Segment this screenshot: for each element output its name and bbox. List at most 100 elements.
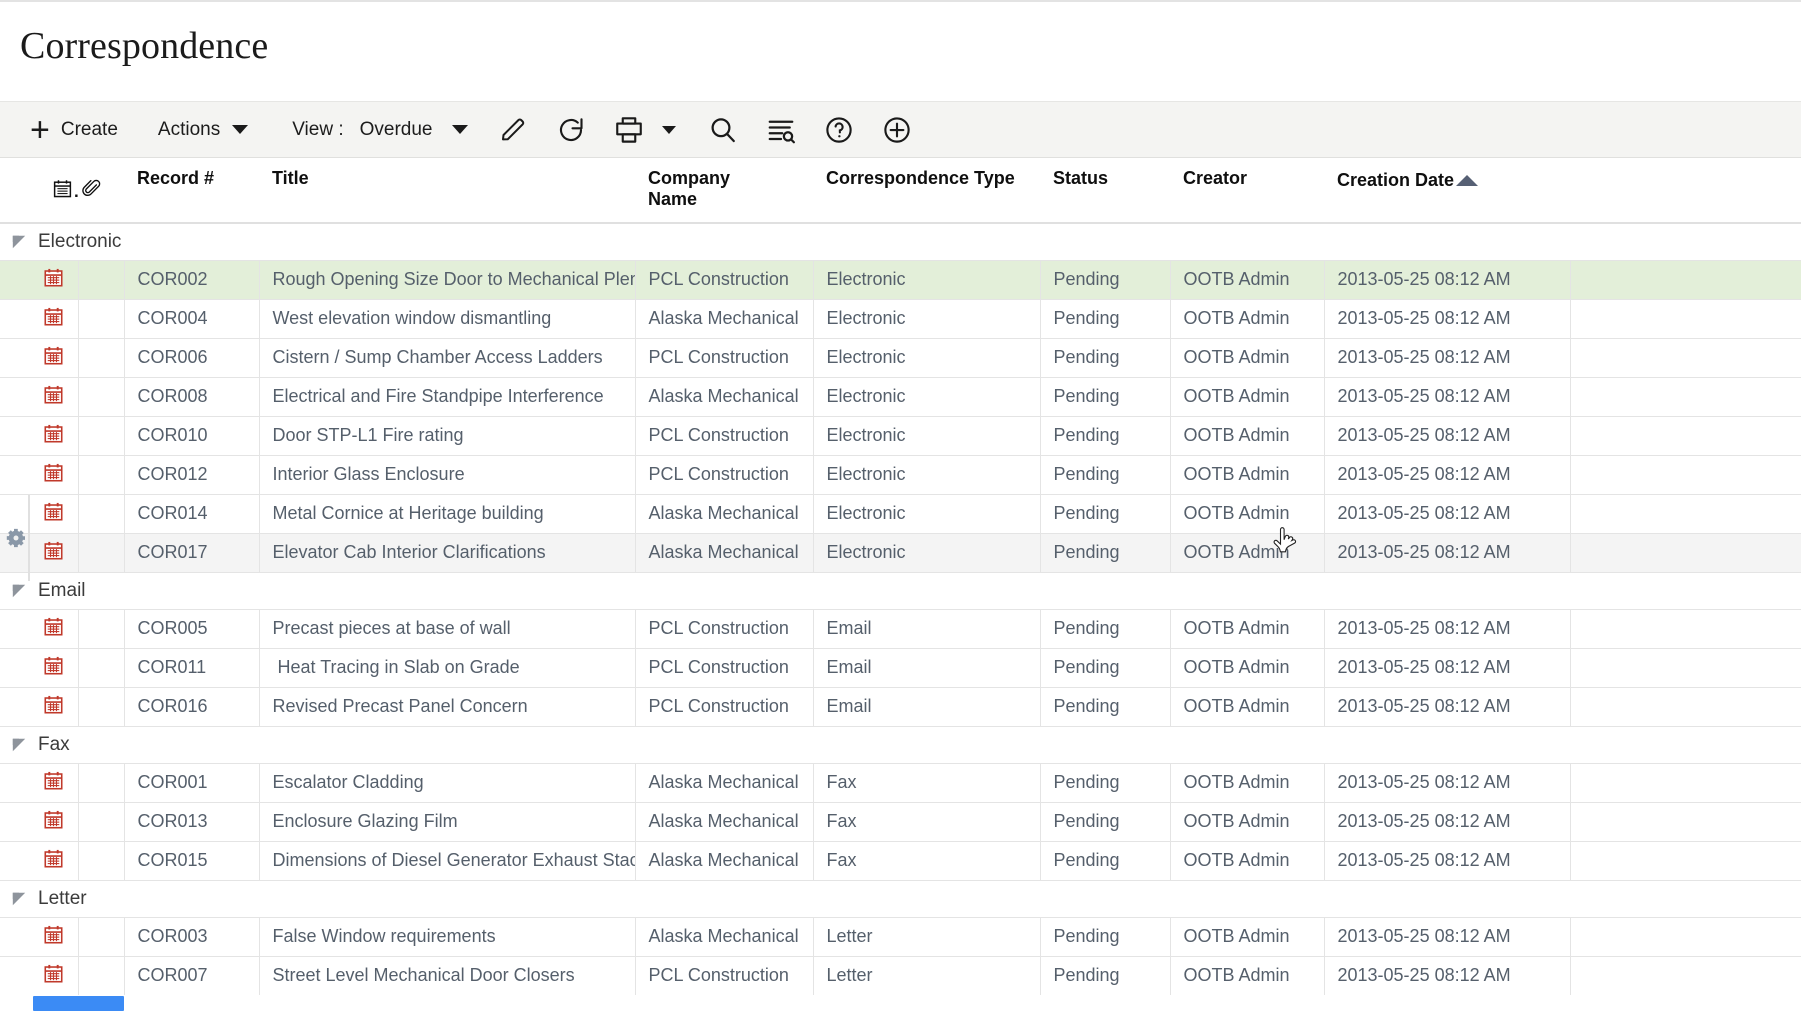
row-record-icon-cell[interactable] [30, 687, 78, 726]
table-row[interactable]: COR008 Electrical and Fire Standpipe Int… [0, 377, 1801, 416]
row-attachment-cell[interactable] [78, 917, 124, 956]
row-attachment-cell[interactable] [78, 841, 124, 880]
group-header-cell[interactable]: Fax [0, 726, 1801, 763]
edit-pencil-icon[interactable] [493, 110, 533, 150]
cell-record-number[interactable]: COR016 [124, 687, 259, 726]
group-header-cell[interactable]: Letter [0, 880, 1801, 917]
group-toggle[interactable]: Letter [8, 888, 1801, 910]
cell-title[interactable]: Heat Tracing in Slab on Grade [259, 648, 635, 687]
cell-title[interactable]: Electrical and Fire Standpipe Interferen… [259, 377, 635, 416]
row-attachment-cell[interactable] [78, 648, 124, 687]
cell-record-number[interactable]: COR001 [124, 763, 259, 802]
print-dropdown-caret[interactable] [658, 110, 680, 150]
header-correspondence-type[interactable]: Correspondence Type [813, 158, 1040, 223]
search-icon[interactable] [703, 110, 743, 150]
horizontal-scrollbar-track[interactable] [0, 995, 1801, 1012]
group-header-row[interactable]: Email [0, 572, 1801, 609]
header-company-name[interactable]: Company Name [635, 158, 813, 223]
view-selector[interactable]: Overdue [360, 102, 469, 157]
cell-record-number[interactable]: COR013 [124, 802, 259, 841]
cell-title[interactable]: Street Level Mechanical Door Closers [259, 956, 635, 995]
row-attachment-cell[interactable] [78, 416, 124, 455]
cell-record-number[interactable]: COR005 [124, 609, 259, 648]
table-row[interactable]: COR003 False Window requirements Alaska … [0, 917, 1801, 956]
row-attachment-cell[interactable] [78, 533, 124, 572]
header-status[interactable]: Status [1040, 158, 1170, 223]
group-header-row[interactable]: Letter [0, 880, 1801, 917]
table-row[interactable]: COR007 Street Level Mechanical Door Clos… [0, 956, 1801, 995]
cell-title[interactable]: Revised Precast Panel Concern [259, 687, 635, 726]
row-record-icon-cell[interactable] [30, 917, 78, 956]
header-creator[interactable]: Creator [1170, 158, 1324, 223]
cell-title[interactable]: Cistern / Sump Chamber Access Ladders [259, 338, 635, 377]
row-record-icon-cell[interactable] [30, 299, 78, 338]
table-row[interactable]: COR001 Escalator Cladding Alaska Mechani… [0, 763, 1801, 802]
refresh-icon[interactable] [551, 110, 591, 150]
row-record-icon-cell[interactable] [30, 494, 78, 533]
cell-title[interactable]: Elevator Cab Interior Clarifications [259, 533, 635, 572]
cell-record-number[interactable]: COR017 [124, 533, 259, 572]
table-row[interactable]: COR005 Precast pieces at base of wall PC… [0, 609, 1801, 648]
row-record-icon-cell[interactable] [30, 377, 78, 416]
row-attachment-cell[interactable] [78, 802, 124, 841]
group-toggle[interactable]: Email [8, 580, 1801, 602]
filter-search-icon[interactable] [761, 110, 801, 150]
table-row[interactable]: COR010 Door STP-L1 Fire rating PCL Const… [0, 416, 1801, 455]
row-record-icon-cell[interactable] [30, 802, 78, 841]
row-record-icon-cell[interactable] [30, 416, 78, 455]
row-record-icon-cell[interactable] [30, 609, 78, 648]
row-record-icon-cell[interactable] [30, 956, 78, 995]
cell-record-number[interactable]: COR011 [124, 648, 259, 687]
cell-title[interactable]: False Window requirements [259, 917, 635, 956]
header-record-type-icon[interactable]: ... [30, 158, 78, 223]
header-creation-date[interactable]: Creation Date [1324, 158, 1570, 223]
table-row[interactable]: COR006 Cistern / Sump Chamber Access Lad… [0, 338, 1801, 377]
row-attachment-cell[interactable] [78, 609, 124, 648]
header-record-number[interactable]: Record # [124, 158, 259, 223]
cell-record-number[interactable]: COR003 [124, 917, 259, 956]
group-toggle[interactable]: Electronic [8, 231, 1801, 253]
table-row[interactable]: COR016 Revised Precast Panel Concern PCL… [0, 687, 1801, 726]
group-toggle[interactable]: Fax [8, 734, 1801, 756]
cell-title[interactable]: Door STP-L1 Fire rating [259, 416, 635, 455]
header-attachment[interactable] [78, 158, 124, 223]
actions-menu[interactable]: Actions [158, 102, 248, 157]
cell-title[interactable]: Enclosure Glazing Film [259, 802, 635, 841]
print-icon[interactable] [609, 110, 649, 150]
row-attachment-cell[interactable] [78, 956, 124, 995]
cell-record-number[interactable]: COR004 [124, 299, 259, 338]
row-record-icon-cell[interactable] [30, 533, 78, 572]
row-attachment-cell[interactable] [78, 494, 124, 533]
gear-icon[interactable] [4, 526, 28, 550]
cell-record-number[interactable]: COR008 [124, 377, 259, 416]
cell-title[interactable]: Dimensions of Diesel Generator Exhaust S… [259, 841, 635, 880]
cell-title[interactable]: West elevation window dismantling [259, 299, 635, 338]
row-record-icon-cell[interactable] [30, 455, 78, 494]
table-row[interactable]: COR002 Rough Opening Size Door to Mechan… [0, 260, 1801, 299]
table-row[interactable]: COR015 Dimensions of Diesel Generator Ex… [0, 841, 1801, 880]
row-attachment-cell[interactable] [78, 455, 124, 494]
cell-title[interactable]: Escalator Cladding [259, 763, 635, 802]
row-record-icon-cell[interactable] [30, 338, 78, 377]
row-attachment-cell[interactable] [78, 763, 124, 802]
cell-record-number[interactable]: COR014 [124, 494, 259, 533]
group-header-row[interactable]: Electronic [0, 223, 1801, 260]
create-button[interactable]: + Create [30, 102, 118, 157]
cell-record-number[interactable]: COR015 [124, 841, 259, 880]
table-row[interactable]: COR011 Heat Tracing in Slab on Grade PCL… [0, 648, 1801, 687]
group-header-cell[interactable]: Email [0, 572, 1801, 609]
row-attachment-cell[interactable] [78, 377, 124, 416]
cell-record-number[interactable]: COR012 [124, 455, 259, 494]
horizontal-scrollbar-thumb[interactable] [33, 996, 124, 1011]
group-header-row[interactable]: Fax [0, 726, 1801, 763]
cell-record-number[interactable]: COR006 [124, 338, 259, 377]
add-circle-icon[interactable] [877, 110, 917, 150]
row-attachment-cell[interactable] [78, 299, 124, 338]
cell-record-number[interactable]: COR010 [124, 416, 259, 455]
table-row[interactable]: COR013 Enclosure Glazing Film Alaska Mec… [0, 802, 1801, 841]
cell-record-number[interactable]: COR002 [124, 260, 259, 299]
table-row[interactable]: COR004 West elevation window dismantling… [0, 299, 1801, 338]
row-record-icon-cell[interactable] [30, 260, 78, 299]
header-title[interactable]: Title [259, 158, 635, 223]
cell-title[interactable]: Metal Cornice at Heritage building [259, 494, 635, 533]
